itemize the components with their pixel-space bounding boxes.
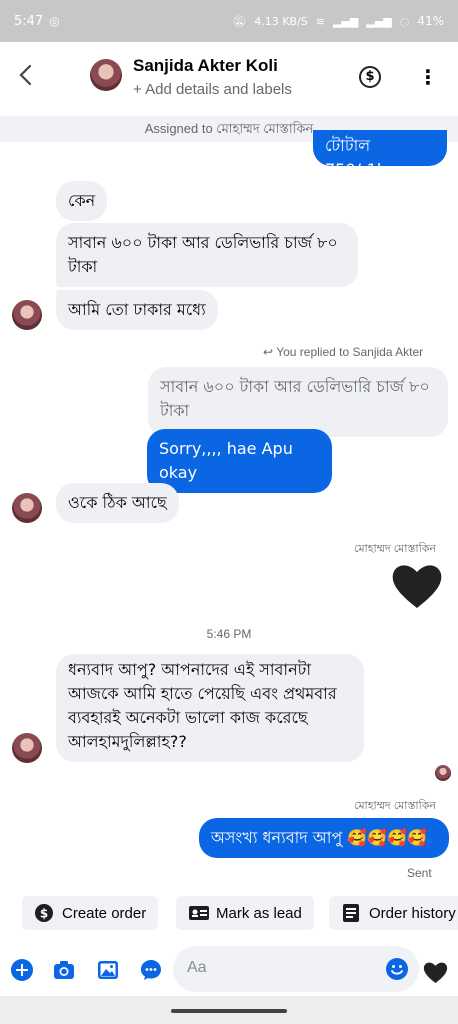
message-bubble-incoming[interactable]: ওকে ঠিক আছে <box>56 483 179 523</box>
mute-icon: 🔕︎ <box>232 14 247 28</box>
sender-name: মোহাম্মদ মোস্তাকিন <box>353 543 436 555</box>
svg-text:$: $ <box>40 907 48 921</box>
status-time: 5:47 <box>14 13 44 29</box>
status-bar: 5:47 ◎ 🔕︎ 4.13 KB/S ≋ ▂▄▆ ▂▄▆ ◌ 41% <box>0 0 458 42</box>
message-bubble-incoming[interactable]: ধন্যবাদ আপু? আপনাদের এই সাবানটা আজকে আমি… <box>56 654 364 762</box>
signal-icon-2: ▂▄▆ <box>366 14 392 28</box>
contact-name[interactable]: Sanjida Akter Koli <box>133 56 278 76</box>
battery-percent: 41% <box>417 14 444 28</box>
reply-indicator: ↩ You replied to Sanjida Akter <box>263 345 424 359</box>
message-bubble-outgoing[interactable]: অসংখ্য ধন্যবাদ আপু 🥰🥰🥰🥰 <box>199 818 449 858</box>
contact-avatar-small[interactable] <box>12 493 42 523</box>
chat-bubble-icon[interactable] <box>139 958 163 982</box>
home-gesture-pill[interactable] <box>171 1009 287 1013</box>
add-details-link[interactable]: + Add details and labels <box>133 81 292 98</box>
message-bubble-outgoing[interactable]: Sorry,,,, hae Apu okay <box>147 429 332 493</box>
signal-icon: ▂▄▆ <box>332 14 359 28</box>
timestamp: 5:46 PM <box>206 627 252 641</box>
quick-actions-bar: $ Create order Mark as lead Order histor… <box>0 893 458 935</box>
heart-send-icon[interactable] <box>423 961 448 985</box>
more-options-icon[interactable]: ⋮ <box>418 64 438 90</box>
message-composer: Aa <box>0 944 458 996</box>
message-bubble-incoming[interactable]: সাবান ৬০০ টাকা আর ডেলিভারি চার্জ ৮০ টাকা <box>56 223 358 287</box>
create-order-button[interactable]: $ Create order <box>22 896 159 930</box>
heart-reaction-icon[interactable] <box>391 562 443 614</box>
contact-avatar-small[interactable] <box>12 300 42 330</box>
plus-icon[interactable] <box>10 958 34 982</box>
back-arrow-icon[interactable] <box>18 60 48 96</box>
read-receipt-avatar <box>435 765 451 781</box>
chat-header: Sanjida Akter Koli + Add details and lab… <box>0 42 458 116</box>
system-nav-bar <box>0 996 458 1024</box>
delivery-status: Sent <box>407 866 432 880</box>
message-input[interactable]: Aa <box>173 946 419 992</box>
dollar-circle-icon: $ <box>34 903 54 923</box>
contact-avatar[interactable] <box>90 59 122 91</box>
battery-icon: ◌ <box>399 14 410 28</box>
contact-card-icon <box>188 903 209 923</box>
contact-avatar-small[interactable] <box>12 733 42 763</box>
network-speed: 4.13 KB/S <box>254 14 308 28</box>
message-bubble-incoming[interactable]: আমি তো ঢাকার মধ্যে <box>56 290 218 330</box>
gallery-icon[interactable] <box>96 958 120 982</box>
whatsapp-status-icon: ◎ <box>49 14 60 28</box>
sender-name: মোহাম্মদ মোস্তাকিন <box>353 800 436 812</box>
dollar-icon[interactable]: $ <box>359 66 381 88</box>
emoji-icon[interactable] <box>385 957 409 985</box>
message-bubble-outgoing[interactable]: টোটাল 750/-1k <box>313 130 447 166</box>
message-bubble-incoming[interactable]: কেন <box>56 181 108 221</box>
status-icons: 🔕︎ 4.13 KB/S ≋ ▂▄▆ ▂▄▆ ◌ 41% <box>232 14 444 28</box>
camera-icon[interactable] <box>52 958 76 982</box>
quoted-message[interactable]: সাবান ৬০০ টাকা আর ডেলিভারি চার্জ ৮০ টাকা <box>148 367 448 437</box>
order-history-button[interactable]: Order history <box>329 896 458 930</box>
receipt-icon <box>341 903 361 923</box>
reply-arrow-icon: ↩ <box>263 345 274 359</box>
message-placeholder: Aa <box>187 959 207 976</box>
wifi-icon: ≋ <box>315 14 325 28</box>
mark-as-lead-button[interactable]: Mark as lead <box>176 896 314 930</box>
